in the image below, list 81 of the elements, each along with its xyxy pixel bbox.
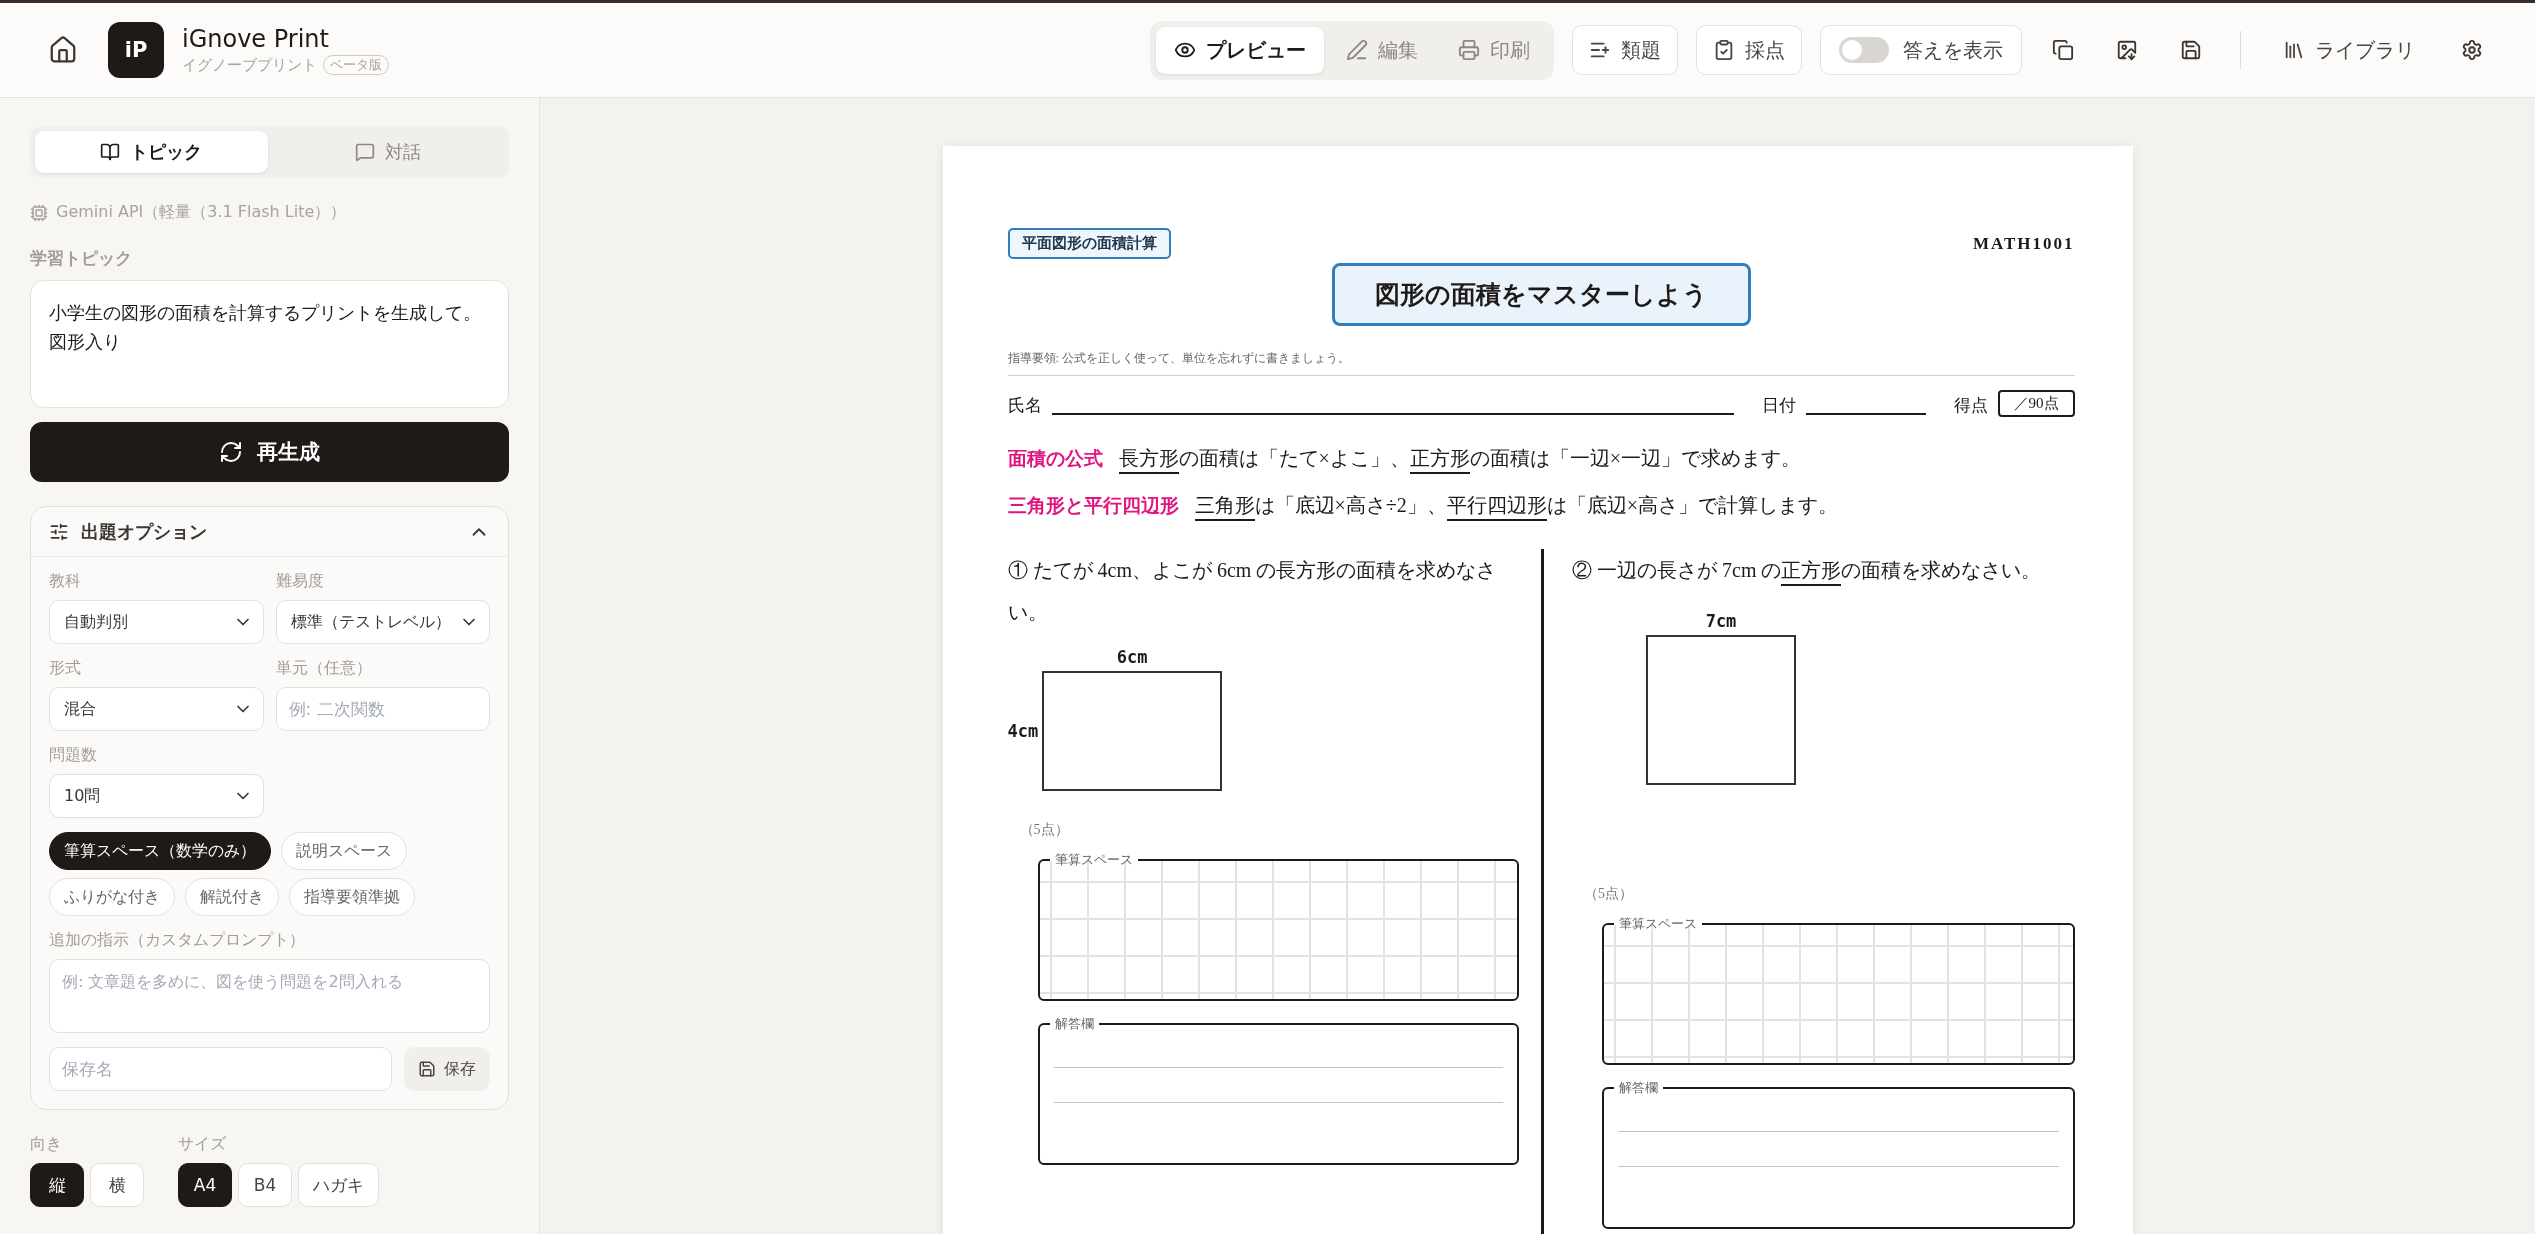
save-preset-button[interactable]: 保存 bbox=[404, 1047, 490, 1091]
topic-input[interactable]: 小学生の図形の面積を計算するプリントを生成して。図形入り bbox=[30, 280, 509, 408]
toggle-switch[interactable] bbox=[1839, 37, 1889, 63]
score-box: ／90点 bbox=[1997, 390, 2075, 417]
save-icon bbox=[2180, 39, 2202, 61]
field-label: 形式 bbox=[49, 658, 82, 679]
option-chip[interactable]: ふりがな付き bbox=[49, 878, 175, 916]
image-download-icon bbox=[2116, 39, 2138, 61]
input-field[interactable]: 例: 二次関数 bbox=[275, 687, 490, 731]
home-icon bbox=[48, 35, 78, 65]
date-label: 日付 bbox=[1761, 395, 1796, 417]
option-button[interactable]: 横 bbox=[90, 1163, 144, 1207]
answer-box[interactable]: 解答欄 bbox=[1602, 1079, 2075, 1229]
settings-icon bbox=[2461, 39, 2483, 61]
field-label: 問題数 bbox=[49, 745, 98, 766]
worksheet-title: 図形の面積をマスターしよう bbox=[1331, 263, 1751, 326]
points-label: （5点） bbox=[1584, 885, 1634, 903]
box-label: 解答欄 bbox=[1053, 1015, 1095, 1033]
option-chip[interactable]: 説明スペース bbox=[281, 832, 407, 870]
formula-text: 長方形の面積は「たて×よこ」、正方形の面積は「一辺×一辺」で求めます。 bbox=[1118, 445, 1802, 472]
question-text: ② 一辺の長さが 7cm の正方形の面積を求めなさい。 bbox=[1572, 549, 2075, 591]
dimension-label: 7cm bbox=[1705, 611, 1737, 631]
toolbar-button[interactable]: 類題 bbox=[1572, 25, 1678, 75]
option-button[interactable]: B4 bbox=[238, 1163, 292, 1207]
field-label: サイズ bbox=[178, 1134, 227, 1155]
app-name: iGnove Print bbox=[182, 25, 330, 53]
dropdown[interactable]: 自動判別 bbox=[49, 600, 264, 644]
box-label: 筆算スペース bbox=[1618, 915, 1698, 933]
refresh-icon bbox=[219, 440, 243, 464]
dimension-label: 6cm bbox=[1116, 647, 1148, 667]
app-logo: iP bbox=[108, 22, 164, 78]
save-name-field[interactable]: 保存名 bbox=[49, 1047, 392, 1091]
sidebar-tab[interactable]: トピック bbox=[35, 131, 268, 173]
formula-heading: 面積の公式 bbox=[1007, 447, 1103, 471]
chat-bubble-icon bbox=[354, 142, 375, 162]
mode-tab[interactable]: プレビュー bbox=[1156, 26, 1324, 74]
app-subtitle: イグノーブプリント bbox=[182, 55, 317, 75]
pen-icon bbox=[1346, 39, 1368, 61]
option-button[interactable]: 縦 bbox=[30, 1163, 84, 1207]
dropdown[interactable]: 混合 bbox=[49, 687, 264, 731]
save-icon bbox=[418, 1060, 436, 1078]
library-button[interactable]: ライブラリ bbox=[2267, 25, 2431, 75]
sliders-icon bbox=[49, 521, 69, 542]
prompt-field[interactable]: 例: 文章題を多めに、図を使う問題を2問入れる bbox=[49, 959, 490, 1033]
box-label: 解答欄 bbox=[1618, 1079, 1659, 1097]
field-label: 難易度 bbox=[275, 571, 325, 592]
box-label: 筆算スペース bbox=[1053, 851, 1134, 869]
dropdown[interactable]: 標準（テストレベル） bbox=[275, 600, 490, 644]
toolbar-button[interactable]: 採点 bbox=[1696, 25, 1802, 75]
topic-tag: 平面図形の面積計算 bbox=[1007, 228, 1171, 259]
option-chip[interactable]: 筆算スペース（数学のみ） bbox=[49, 832, 271, 870]
points-label: （5点） bbox=[1019, 821, 1070, 839]
library-icon bbox=[2283, 39, 2305, 61]
chip-icon bbox=[30, 203, 48, 222]
field-label: 学習トピック bbox=[30, 247, 133, 270]
printer-icon bbox=[1458, 39, 1480, 61]
field-label: 教科 bbox=[49, 571, 82, 592]
worksheet-code: MATH1001 bbox=[1972, 233, 2075, 254]
formula-text: 三角形は「底辺×高さ÷2」、平行四辺形は「底辺×高さ」で計算します。 bbox=[1194, 492, 1839, 519]
dropdown[interactable]: 10問 bbox=[49, 774, 264, 818]
field-label: 追加の指示（カスタムプロンプト） bbox=[49, 930, 306, 951]
dimension-label: 4cm bbox=[1007, 721, 1039, 741]
model-name: Gemini API（軽量（3.1 Flash Lite）） bbox=[56, 202, 347, 223]
answer-box[interactable]: 解答欄 bbox=[1037, 1015, 1519, 1165]
clipboard-check-icon bbox=[1713, 39, 1735, 61]
guidance-note: 指導要領: 公式を正しく使って、単位を忘れずに書きましょう。 bbox=[1007, 350, 2075, 376]
score-label: 得点 bbox=[1953, 395, 1988, 417]
option-chip[interactable]: 指導要領準拠 bbox=[289, 878, 415, 916]
option-chip[interactable]: 解説付き bbox=[185, 878, 279, 916]
field-label: 向き bbox=[30, 1134, 63, 1155]
field-label: 単元（任意） bbox=[275, 658, 373, 679]
regenerate-button[interactable]: 再生成 bbox=[30, 422, 509, 482]
answer-toggle[interactable]: 答えを表示 bbox=[1820, 25, 2022, 75]
formula-heading: 三角形と平行四辺形 bbox=[1007, 494, 1179, 518]
option-button[interactable]: A4 bbox=[178, 1163, 232, 1207]
name-label: 氏名 bbox=[1007, 395, 1042, 417]
options-header[interactable]: 出題オプション bbox=[31, 507, 508, 557]
option-button[interactable]: ハガキ bbox=[298, 1163, 379, 1207]
book-icon bbox=[100, 142, 121, 162]
question-text: ① たてが 4cm、よこが 6cm の長方形の面積を求めなさい。 bbox=[1007, 558, 1498, 625]
copy-icon bbox=[2052, 39, 2074, 61]
